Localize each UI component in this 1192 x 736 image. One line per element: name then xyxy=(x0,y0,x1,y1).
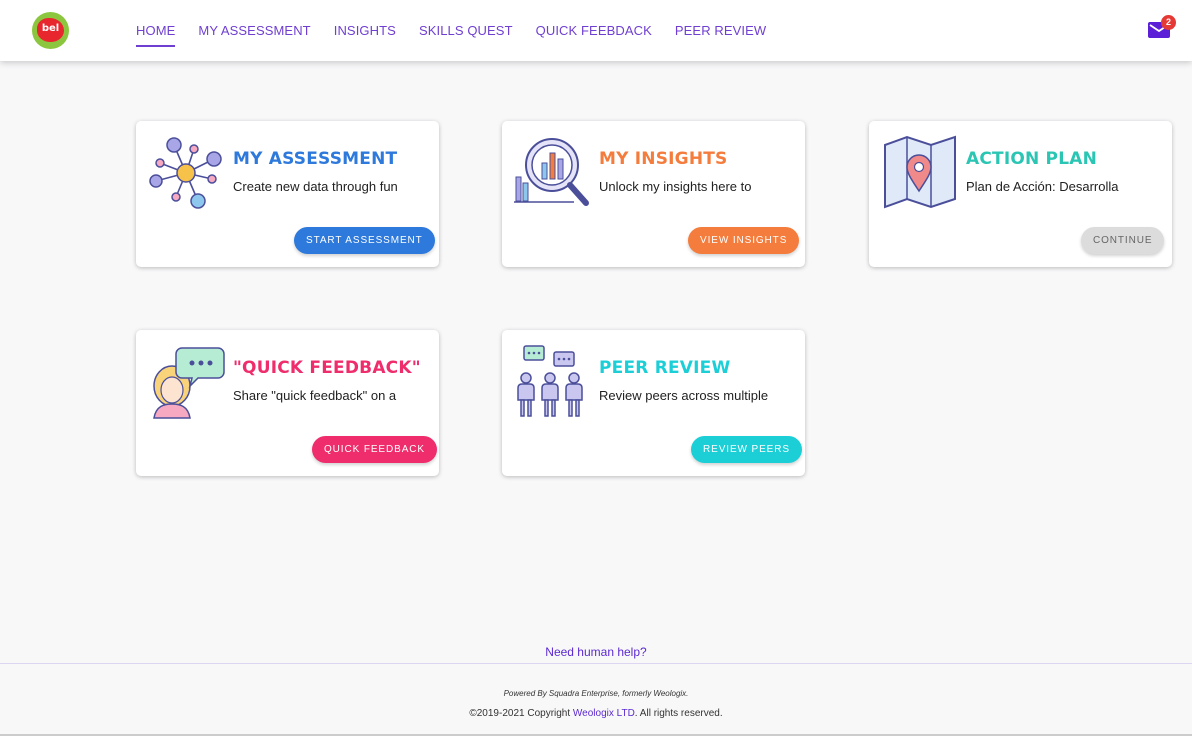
top-header: bel HOME MY ASSESSMENT INSIGHTS SKILLS Q… xyxy=(0,0,1192,61)
copyright-text: ©2019-2021 Copyright Weologix LTD. All r… xyxy=(0,708,1192,719)
card-title: PEER REVIEW xyxy=(599,358,731,378)
network-nodes-icon xyxy=(149,137,222,209)
powered-by-text: Powered By Squadra Enterprise, formerly … xyxy=(503,689,689,698)
logo[interactable]: bel xyxy=(32,12,69,49)
continue-button[interactable]: CONTINUE xyxy=(1081,227,1165,254)
card-title: "QUICK FEEDBACK" xyxy=(233,358,421,378)
card-description: Review peers across multiple xyxy=(599,388,769,403)
nav-peer-review[interactable]: PEER REVIEW xyxy=(675,0,766,61)
need-help-link[interactable]: Need human help? xyxy=(0,645,1192,659)
logo-splash: bel xyxy=(37,18,64,42)
card-description: Create new data through fun xyxy=(233,179,398,194)
card-title: MY INSIGHTS xyxy=(599,149,728,169)
card-description: Unlock my insights here to xyxy=(599,179,752,194)
main-nav: HOME MY ASSESSMENT INSIGHTS SKILLS QUEST… xyxy=(136,0,789,61)
assessment-card: MY ASSESSMENT Create new data through fu… xyxy=(136,121,439,267)
card-description: Share "quick feedback" on a xyxy=(233,388,397,403)
map-pin-icon xyxy=(884,135,956,209)
peer-review-card: PEER REVIEW Review peers across multiple… xyxy=(502,330,805,476)
notification-badge: 2 xyxy=(1161,15,1176,30)
person-speech-icon xyxy=(153,347,225,419)
nav-quick-feedback[interactable]: QUICK FEEBDACK xyxy=(536,0,652,61)
quick-feedback-card: "QUICK FEEDBACK" Share "quick feedback" … xyxy=(136,330,439,476)
action-plan-card: ACTION PLAN Plan de Acción: Desarrolla C… xyxy=(869,121,1172,267)
start-assessment-button[interactable]: START ASSESSMENT xyxy=(294,227,435,254)
people-chat-icon xyxy=(517,345,583,417)
footer-divider xyxy=(0,663,1192,664)
review-peers-button[interactable]: REVIEW PEERS xyxy=(691,436,802,463)
nav-home[interactable]: HOME xyxy=(136,0,176,61)
card-title: ACTION PLAN xyxy=(966,149,1098,169)
card-title: MY ASSESSMENT xyxy=(233,149,398,169)
nav-skills-quest[interactable]: SKILLS QUEST xyxy=(419,0,513,61)
copyright-prefix: ©2019-2021 Copyright xyxy=(469,708,573,719)
insights-card: MY INSIGHTS Unlock my insights here to V… xyxy=(502,121,805,267)
logo-text: bel xyxy=(41,23,60,34)
nav-my-assessment[interactable]: MY ASSESSMENT xyxy=(198,0,310,61)
card-description: Plan de Acción: Desarrolla xyxy=(966,179,1119,194)
magnifier-chart-icon xyxy=(514,138,589,206)
quick-feedback-button[interactable]: QUICK FEEDBACK xyxy=(312,436,437,463)
view-insights-button[interactable]: VIEW INSIGHTS xyxy=(688,227,800,254)
company-link[interactable]: Weologix LTD xyxy=(573,708,635,719)
nav-insights[interactable]: INSIGHTS xyxy=(334,0,396,61)
copyright-suffix: . All rights reserved. xyxy=(634,708,723,719)
